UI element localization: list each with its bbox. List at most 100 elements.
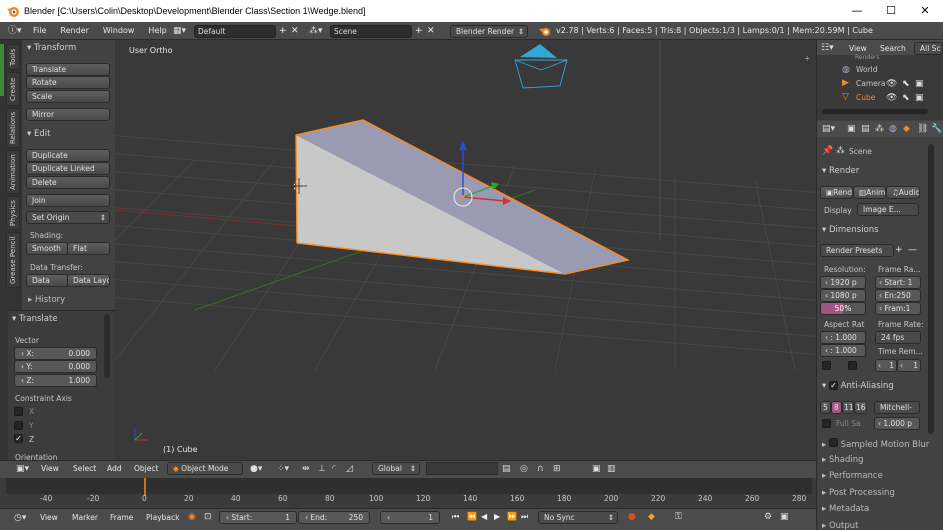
- pivot-icon[interactable]: ⁘▾: [277, 464, 289, 474]
- prev-keyframe-icon[interactable]: ⏪: [467, 512, 477, 522]
- viewport-menu-object[interactable]: Object: [134, 464, 158, 473]
- proportional-edit-icon[interactable]: ◎: [520, 464, 528, 474]
- anim-tool-icon[interactable]: ▣: [780, 512, 789, 522]
- jump-start-icon[interactable]: ⏮: [452, 512, 459, 522]
- info-editor-icon[interactable]: ⓘ▾: [8, 26, 26, 36]
- start-frame-field[interactable]: ‹ Start: 1: [219, 511, 297, 524]
- aa-samples-5[interactable]: 5: [820, 401, 831, 414]
- scale-button[interactable]: Scale: [26, 90, 110, 103]
- keying-record-icon[interactable]: ◉: [188, 512, 196, 522]
- crop-checkbox[interactable]: [848, 361, 857, 370]
- outliner-menu-view[interactable]: View: [849, 44, 867, 53]
- timeline-editor-icon[interactable]: ◷▾: [14, 513, 26, 523]
- aa-samples-16[interactable]: 16: [854, 401, 867, 414]
- dimensions-panel-header[interactable]: ▾ Dimensions: [822, 225, 879, 235]
- viewport-3d[interactable]: User Ortho (1) Cube +: [115, 40, 816, 460]
- auto-key-icon[interactable]: ●: [628, 512, 636, 522]
- render-preview-icon[interactable]: ▤: [502, 464, 511, 474]
- aa-filter-select[interactable]: Mitchell-: [874, 401, 920, 414]
- post-processing-panel-header[interactable]: ▸ Post Processing: [822, 488, 895, 498]
- vector-y-field[interactable]: ‹ Y: 0.000: [14, 360, 97, 373]
- current-frame-field[interactable]: ‹ 1: [380, 511, 440, 524]
- camera-visibility-icon[interactable]: 👁: [886, 79, 897, 89]
- outliner-item-cube[interactable]: Cube: [856, 93, 875, 102]
- maximize-button[interactable]: ☐: [874, 0, 908, 22]
- render-panel-header[interactable]: ▾ Render: [822, 166, 859, 176]
- play-reverse-icon[interactable]: ◀: [481, 512, 487, 522]
- render-presets-select[interactable]: Render Presets: [820, 244, 894, 257]
- menu-help[interactable]: Help: [141, 26, 173, 35]
- time-remap-old-field[interactable]: ‹ 1: [875, 359, 897, 372]
- join-button[interactable]: Join: [26, 194, 110, 207]
- keyframe-icon[interactable]: ◆: [648, 512, 655, 522]
- frame-start-field[interactable]: ‹ Start: 1: [875, 276, 921, 289]
- cube-select-icon[interactable]: ⬉: [902, 93, 910, 103]
- motion-blur-panel-header[interactable]: ▸ Sampled Motion Blur: [822, 438, 929, 450]
- tab-physics[interactable]: Physics: [6, 196, 20, 230]
- data-layout-button[interactable]: Data Layo: [67, 274, 110, 287]
- cube-render-icon[interactable]: ▣: [915, 93, 924, 103]
- transform-header[interactable]: ▾ Transform: [27, 43, 76, 53]
- output-panel-header[interactable]: ▸ Output: [822, 521, 859, 530]
- motion-blur-checkbox[interactable]: [828, 438, 838, 447]
- viewport-menu-add[interactable]: Add: [107, 464, 122, 473]
- tab-tools[interactable]: Tools: [6, 44, 20, 70]
- minimize-button[interactable]: —: [840, 0, 874, 22]
- translate-button[interactable]: Translate: [26, 63, 110, 76]
- anti-aliasing-checkbox[interactable]: ✓: [828, 381, 838, 390]
- tab-create[interactable]: Create: [6, 72, 20, 106]
- manipulator-axis-icon[interactable]: ⊥: [318, 464, 326, 474]
- tab-animation[interactable]: Animation: [6, 150, 20, 194]
- manipulator-rotate-icon[interactable]: ◜: [332, 464, 336, 474]
- timeline-menu-marker[interactable]: Marker: [72, 513, 98, 522]
- aspect-y-field[interactable]: ‹ : 1.000: [820, 344, 866, 357]
- cube-visibility-icon[interactable]: 👁: [886, 93, 897, 103]
- remove-preset-icon[interactable]: —: [908, 245, 917, 255]
- render-audio-button[interactable]: ♫Audio: [886, 186, 920, 199]
- constraints-tab-icon[interactable]: ⛓: [917, 124, 928, 134]
- remove-layout-icon[interactable]: ✕: [291, 26, 299, 36]
- delete-button[interactable]: Delete: [26, 176, 110, 189]
- object-tab-icon[interactable]: ◆: [903, 124, 910, 134]
- timeline-menu-frame[interactable]: Frame: [110, 513, 133, 522]
- time-remap-new-field[interactable]: ‹ 1: [897, 359, 921, 372]
- constraint-y-checkbox[interactable]: [14, 421, 23, 430]
- aa-samples-8[interactable]: 8: [831, 401, 842, 414]
- display-select[interactable]: Image E...: [857, 203, 919, 216]
- viewport-menu-view[interactable]: View: [41, 464, 59, 473]
- tab-relations[interactable]: Relations: [6, 108, 20, 148]
- outliner-editor-icon[interactable]: ☷▾: [821, 43, 834, 53]
- properties-editor-icon[interactable]: ▤▾: [822, 124, 835, 134]
- editor-type-icon[interactable]: ▣▾: [16, 464, 29, 474]
- flat-button[interactable]: Flat: [67, 242, 110, 255]
- border-checkbox[interactable]: [822, 361, 831, 370]
- add-scene-icon[interactable]: +: [415, 26, 423, 36]
- menu-render[interactable]: Render: [53, 26, 95, 35]
- history-header[interactable]: ▸ History: [28, 295, 65, 305]
- add-preset-icon[interactable]: +: [895, 245, 903, 255]
- sync-select[interactable]: No Sync ⇕: [538, 511, 618, 524]
- render-animation-button[interactable]: ▥Anim: [853, 186, 886, 199]
- add-layout-icon[interactable]: +: [279, 26, 287, 36]
- shading-panel-header[interactable]: ▸ Shading: [822, 455, 864, 465]
- resolution-x-field[interactable]: ‹ 1920 p: [820, 276, 866, 289]
- manipulator-toggle-icon[interactable]: ⇹: [302, 464, 310, 474]
- pin-icon[interactable]: 📌: [822, 146, 833, 156]
- properties-scrollbar[interactable]: [928, 144, 934, 434]
- menu-file[interactable]: File: [26, 26, 53, 35]
- anti-aliasing-panel-header[interactable]: ▾ ✓ Anti-Aliasing: [822, 381, 894, 391]
- key-tool-icon[interactable]: ⚙: [764, 512, 772, 522]
- layout-grid-icon[interactable]: ▦▾: [173, 26, 186, 36]
- duplicate-button[interactable]: Duplicate: [26, 149, 110, 162]
- viewport-plus-icon[interactable]: +: [804, 54, 810, 63]
- outliner-menu-search[interactable]: Search: [880, 44, 906, 53]
- edit-header[interactable]: ▾ Edit: [27, 129, 50, 139]
- mirror-button[interactable]: Mirror: [26, 108, 110, 121]
- camera-select-icon[interactable]: ⬉: [902, 79, 910, 89]
- data-button[interactable]: Data: [26, 274, 68, 287]
- set-origin-select[interactable]: Set Origin ⇕: [26, 211, 110, 224]
- tab-grease-pencil[interactable]: Grease Pencil: [6, 232, 20, 288]
- operator-scrollbar[interactable]: [104, 314, 110, 378]
- aa-filter-size-field[interactable]: ‹ 1.000 p: [874, 417, 920, 430]
- jump-end-icon[interactable]: ⏭: [521, 512, 528, 522]
